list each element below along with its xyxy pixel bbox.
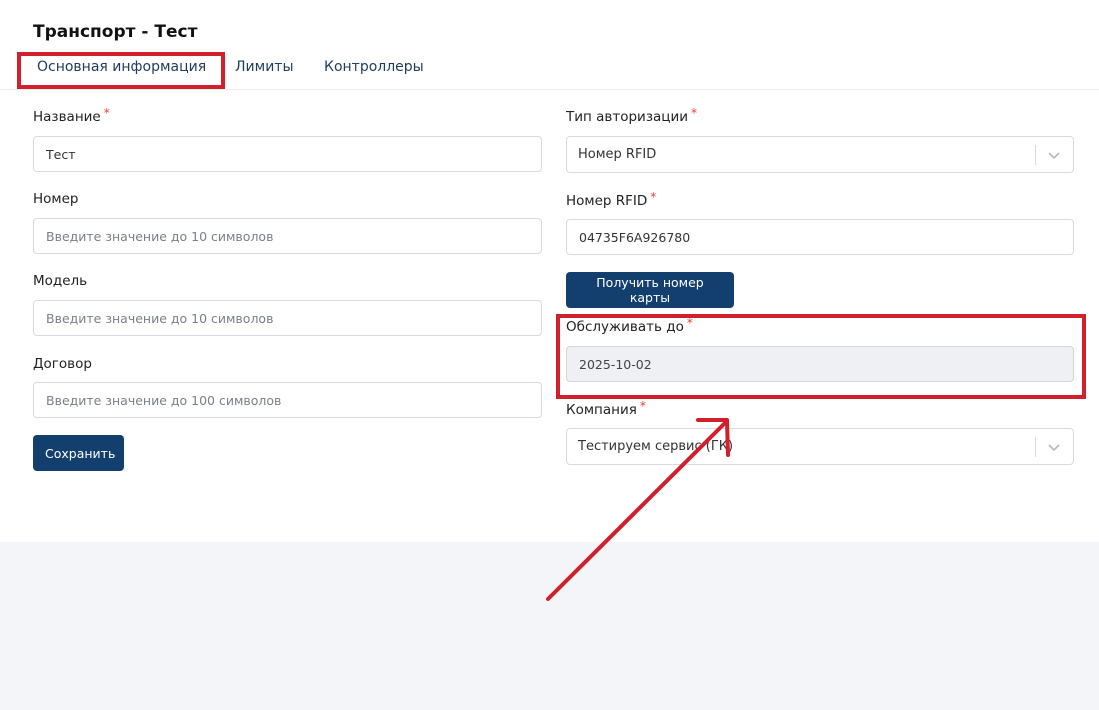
rfid-input[interactable] — [566, 219, 1074, 255]
select-divider — [1035, 145, 1036, 165]
chevron-down-icon — [1048, 152, 1060, 160]
company-select[interactable]: Тестируем сервис (ГК) — [566, 428, 1074, 465]
auth-type-value: Номер RFID — [578, 147, 657, 162]
model-label: Модель — [33, 273, 88, 289]
number-input[interactable] — [33, 218, 542, 254]
required-mark: * — [650, 190, 657, 204]
get-card-number-button[interactable]: Получить номер карты — [566, 272, 734, 308]
auth-type-label: Тип авторизации * — [566, 106, 698, 125]
select-divider — [1035, 437, 1036, 457]
contract-input[interactable] — [33, 382, 542, 418]
tab-controllers[interactable]: Контроллеры — [324, 59, 424, 75]
tab-bar: Основная информация Лимиты Контроллеры — [0, 56, 1099, 90]
required-mark: * — [639, 399, 646, 413]
number-label: Номер — [33, 191, 79, 207]
model-input[interactable] — [33, 300, 542, 336]
save-button[interactable]: Сохранить — [33, 435, 124, 471]
company-value: Тестируем сервис (ГК) — [578, 439, 734, 454]
auth-type-select[interactable]: Номер RFID — [566, 136, 1074, 173]
required-mark: * — [686, 316, 693, 330]
required-mark: * — [103, 106, 110, 120]
serve-until-label: Обслуживать до * — [566, 316, 693, 335]
chevron-down-icon — [1048, 444, 1060, 452]
page-title: Транспорт - Тест — [33, 22, 198, 42]
rfid-label: Номер RFID * — [566, 190, 657, 209]
contract-label: Договор — [33, 356, 92, 372]
tab-limits[interactable]: Лимиты — [235, 59, 294, 75]
name-input[interactable] — [33, 136, 542, 172]
tab-main-info[interactable]: Основная информация — [37, 59, 206, 75]
required-mark: * — [691, 106, 698, 120]
name-label: Название * — [33, 106, 110, 125]
serve-until-input — [566, 346, 1074, 382]
company-label: Компания * — [566, 399, 646, 418]
main-card: Транспорт - Тест Основная информация Лим… — [0, 0, 1099, 542]
